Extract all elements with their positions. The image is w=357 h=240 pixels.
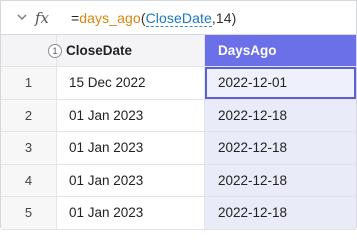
table-row: 5 01 Jan 2023 2022-12-18 [1,197,356,230]
daysago-cell[interactable]: 2022-12-18 [205,197,356,229]
formula-number-argument: 14 [215,9,232,26]
column-header-daysago[interactable]: DaysAgo [205,35,356,66]
formula-function-name: days_ago [79,9,141,26]
closedate-cell[interactable]: 01 Jan 2023 [57,197,205,229]
row-number[interactable]: 4 [1,164,57,196]
formula-close-paren: ) [231,9,237,26]
table-row: 4 01 Jan 2023 2022-12-18 [1,164,356,197]
daysago-cell-selected[interactable]: 2022-12-01 [205,67,356,99]
closedate-cell[interactable]: 01 Jan 2023 [57,164,205,196]
formula-bar: fx =days_ago(CloseDate,14) [1,1,356,35]
row-number[interactable]: 5 [1,197,57,229]
column-reference-badge: 1 [48,43,62,58]
daysago-cell[interactable]: 2022-12-18 [205,99,356,131]
table-row: 2 01 Jan 2023 2022-12-18 [1,99,356,132]
column-header-closedate[interactable]: 1 CloseDate [48,35,205,66]
spreadsheet-frame: fx =days_ago(CloseDate,14) 1 CloseDate D… [0,0,357,230]
row-number[interactable]: 1 [1,67,57,99]
closedate-cell[interactable]: 01 Jan 2023 [57,132,205,164]
chevron-down-icon[interactable] [13,9,31,27]
formula-input[interactable]: =days_ago(CloseDate,14) [71,9,237,27]
formula-column-reference: CloseDate [145,9,212,27]
row-number[interactable]: 3 [1,132,57,164]
header-row: 1 CloseDate DaysAgo [1,35,356,67]
closedate-cell[interactable]: 15 Dec 2022 [57,67,205,99]
fx-icon: fx [35,8,50,27]
table-row: 3 01 Jan 2023 2022-12-18 [1,132,356,165]
table-row: 1 15 Dec 2022 2022-12-01 [1,67,356,100]
row-number[interactable]: 2 [1,99,57,131]
closedate-cell[interactable]: 01 Jan 2023 [57,99,205,131]
daysago-cell[interactable]: 2022-12-18 [205,132,356,164]
data-grid: 1 CloseDate DaysAgo 1 15 Dec 2022 2022-1… [1,35,356,230]
column-header-label: CloseDate [66,43,133,58]
daysago-cell[interactable]: 2022-12-18 [205,164,356,196]
formula-open-paren: ( [140,9,146,26]
